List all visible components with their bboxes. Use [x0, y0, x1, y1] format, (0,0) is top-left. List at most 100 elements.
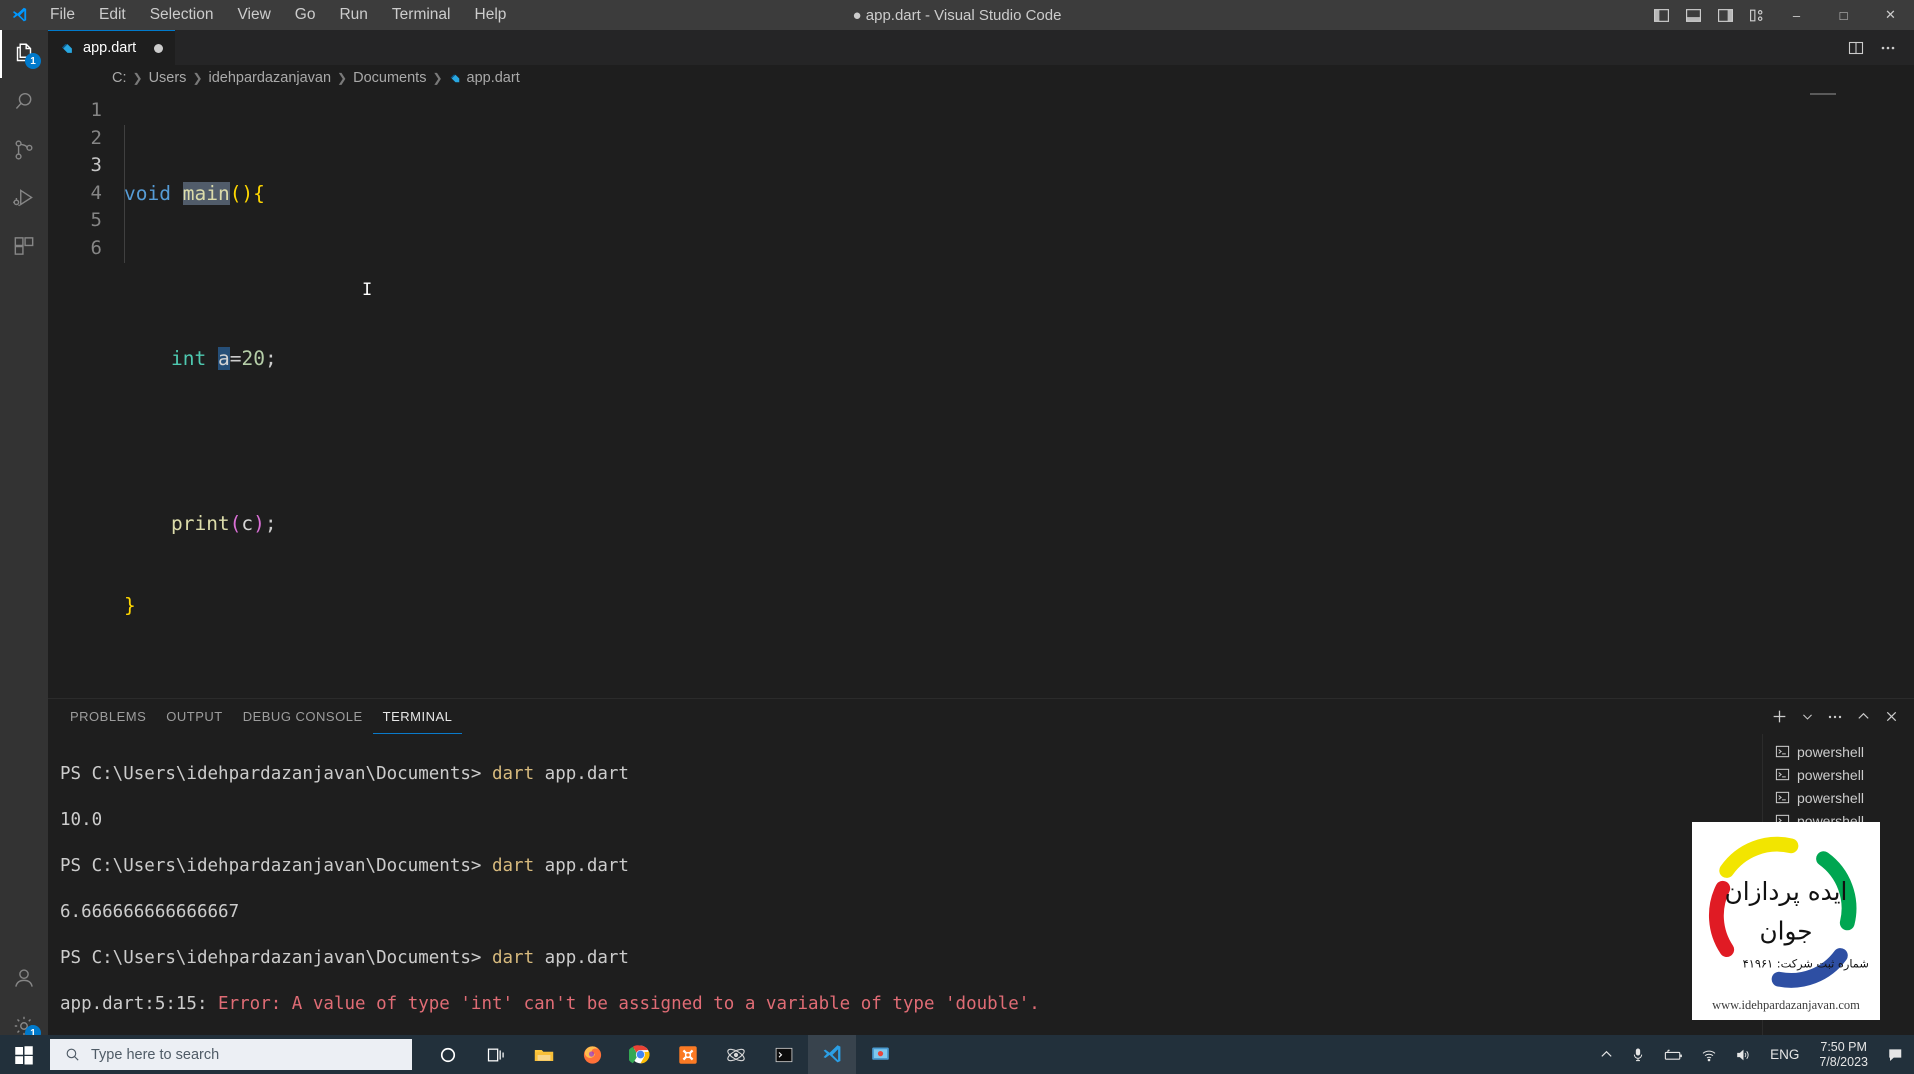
tray-wifi-icon[interactable]: [1692, 1035, 1726, 1074]
window-maximize-button[interactable]: □: [1820, 0, 1867, 30]
terminal-list-item[interactable]: powershell: [1763, 763, 1914, 786]
terminal-list-item[interactable]: powershell: [1763, 786, 1914, 809]
menu-bar: File Edit Selection View Go Run Terminal…: [38, 1, 518, 29]
customize-layout-icon[interactable]: [1741, 0, 1773, 30]
taskbar-search-box[interactable]: Type here to search: [50, 1039, 412, 1070]
tab-output[interactable]: OUTPUT: [156, 699, 232, 734]
start-button[interactable]: [0, 1035, 48, 1074]
breadcrumb-drive[interactable]: C:: [112, 70, 127, 86]
terminal-line: PS C:\Users\idehpardazanjavan\Documents>…: [60, 763, 1762, 786]
code-lines[interactable]: void main(){ int a=20; print(c); } I: [124, 97, 1914, 698]
code-line-2[interactable]: [124, 262, 1914, 290]
token-open-paren: (: [229, 511, 242, 535]
taskbar-screen-recorder-icon[interactable]: [856, 1035, 904, 1074]
split-editor-right-icon[interactable]: [1842, 34, 1870, 62]
activity-accounts-icon[interactable]: [0, 954, 48, 1002]
breadcrumb-user[interactable]: idehpardazanjavan: [209, 70, 332, 86]
tab-terminal[interactable]: TERMINAL: [372, 699, 463, 734]
logo-ring-icon: ایده پردازان جوان شماره ثبت شرکت: ۴۱۹۶۱: [1709, 836, 1869, 988]
activity-source-control-icon[interactable]: [0, 126, 48, 174]
code-editor[interactable]: 1 2 3 4 5 6 void main(){ int a=20; print…: [48, 91, 1914, 698]
panel-actions: [1766, 699, 1914, 734]
token-close-brace: }: [124, 594, 136, 617]
breadcrumb-documents[interactable]: Documents: [353, 70, 426, 86]
tab-problems[interactable]: PROBLEMS: [60, 699, 156, 734]
menu-terminal[interactable]: Terminal: [380, 1, 463, 29]
code-line-1[interactable]: void main(){: [124, 180, 1914, 208]
minimap-line: [1810, 93, 1836, 95]
line-number-gutter: 1 2 3 4 5 6: [48, 97, 124, 698]
code-line-3[interactable]: int a=20;: [124, 345, 1914, 373]
code-line-5[interactable]: print(c);: [124, 510, 1914, 538]
menu-selection[interactable]: Selection: [138, 1, 226, 29]
token-int: int: [170, 346, 207, 370]
tray-battery-icon[interactable]: [1654, 1035, 1692, 1074]
logo-url: www.idehpardazanjavan.com: [1712, 998, 1860, 1012]
tray-clock[interactable]: 7:50 PM 7/8/2023: [1809, 1040, 1878, 1070]
menu-go[interactable]: Go: [283, 1, 328, 29]
window-minimize-button[interactable]: –: [1773, 0, 1820, 30]
terminal-list-label: powershell: [1797, 743, 1864, 760]
taskbar-xampp-icon[interactable]: [664, 1035, 712, 1074]
panel-more-actions-icon[interactable]: [1822, 704, 1848, 730]
tray-language-indicator[interactable]: ENG: [1760, 1047, 1809, 1062]
menu-help[interactable]: Help: [463, 1, 519, 29]
tray-show-hidden-icons[interactable]: [1591, 1035, 1622, 1074]
activity-search-icon[interactable]: [0, 78, 48, 126]
system-tray: ENG 7:50 PM 7/8/2023: [1591, 1035, 1914, 1074]
taskbar-electron-icon[interactable]: [712, 1035, 760, 1074]
menu-file[interactable]: File: [38, 1, 87, 29]
window-close-button[interactable]: ✕: [1867, 0, 1914, 30]
tab-dirty-indicator[interactable]: [154, 43, 164, 53]
terminal-command: dart: [491, 764, 535, 784]
activity-explorer-icon[interactable]: 1: [0, 30, 48, 78]
toggle-primary-sidebar-icon[interactable]: [1645, 0, 1677, 30]
activity-bar: 1 1: [0, 30, 48, 1050]
chevron-right-icon: ❯: [432, 71, 443, 85]
terminal-icon: [1775, 791, 1790, 804]
new-terminal-icon[interactable]: [1766, 704, 1792, 730]
maximize-panel-icon[interactable]: [1850, 704, 1876, 730]
code-line-6[interactable]: }: [124, 592, 1914, 620]
tab-app-dart[interactable]: app.dart: [48, 30, 176, 65]
chevron-right-icon: ❯: [192, 71, 203, 85]
terminal-arg: app.dart: [534, 856, 629, 876]
toggle-panel-icon[interactable]: [1677, 0, 1709, 30]
breadcrumb-file[interactable]: app.dart: [449, 70, 520, 86]
windows-logo-icon: [15, 1045, 33, 1064]
toggle-secondary-sidebar-icon[interactable]: [1709, 0, 1741, 30]
terminal-prompt: PS C:\Users\idehpardazanjavan\Documents>: [60, 948, 492, 968]
minimap-slider[interactable]: [1810, 93, 1900, 99]
tray-volume-icon[interactable]: [1726, 1035, 1760, 1074]
token-parens: (): [229, 181, 254, 205]
token-semicolon: ;: [264, 511, 277, 535]
menu-view[interactable]: View: [225, 1, 282, 29]
menu-run[interactable]: Run: [327, 1, 379, 29]
editor-vertical-scrollbar[interactable]: [1900, 91, 1914, 698]
editor-tab-actions: [1842, 30, 1914, 65]
editor-more-actions-icon[interactable]: [1874, 34, 1902, 62]
breadcrumb-users[interactable]: Users: [149, 70, 187, 86]
close-panel-icon[interactable]: [1878, 704, 1904, 730]
terminal-output[interactable]: PS C:\Users\idehpardazanjavan\Documents>…: [48, 734, 1762, 1050]
taskbar-chrome-icon[interactable]: [616, 1035, 664, 1074]
taskbar-firefox-icon[interactable]: [568, 1035, 616, 1074]
token-variable-a: a: [217, 346, 230, 370]
token-semicolon: ;: [264, 346, 277, 370]
taskbar-vscode-icon[interactable]: [808, 1035, 856, 1074]
taskbar-file-explorer-icon[interactable]: [520, 1035, 568, 1074]
tray-microphone-icon[interactable]: [1622, 1035, 1654, 1074]
terminal-list-item[interactable]: powershell: [1763, 740, 1914, 763]
menu-edit[interactable]: Edit: [87, 1, 138, 29]
activity-extensions-icon[interactable]: [0, 222, 48, 270]
activity-run-debug-icon[interactable]: [0, 174, 48, 222]
taskbar-cortana-icon[interactable]: [424, 1035, 472, 1074]
title-bar: File Edit Selection View Go Run Terminal…: [0, 0, 1914, 30]
tab-debug-console[interactable]: DEBUG CONSOLE: [233, 699, 373, 734]
code-line-4[interactable]: [124, 427, 1914, 455]
chevron-down-icon[interactable]: [1794, 704, 1820, 730]
taskbar-task-view-icon[interactable]: [472, 1035, 520, 1074]
taskbar-terminal-icon[interactable]: [760, 1035, 808, 1074]
tab-label: app.dart: [83, 40, 137, 56]
tray-action-center-icon[interactable]: [1878, 1035, 1914, 1074]
